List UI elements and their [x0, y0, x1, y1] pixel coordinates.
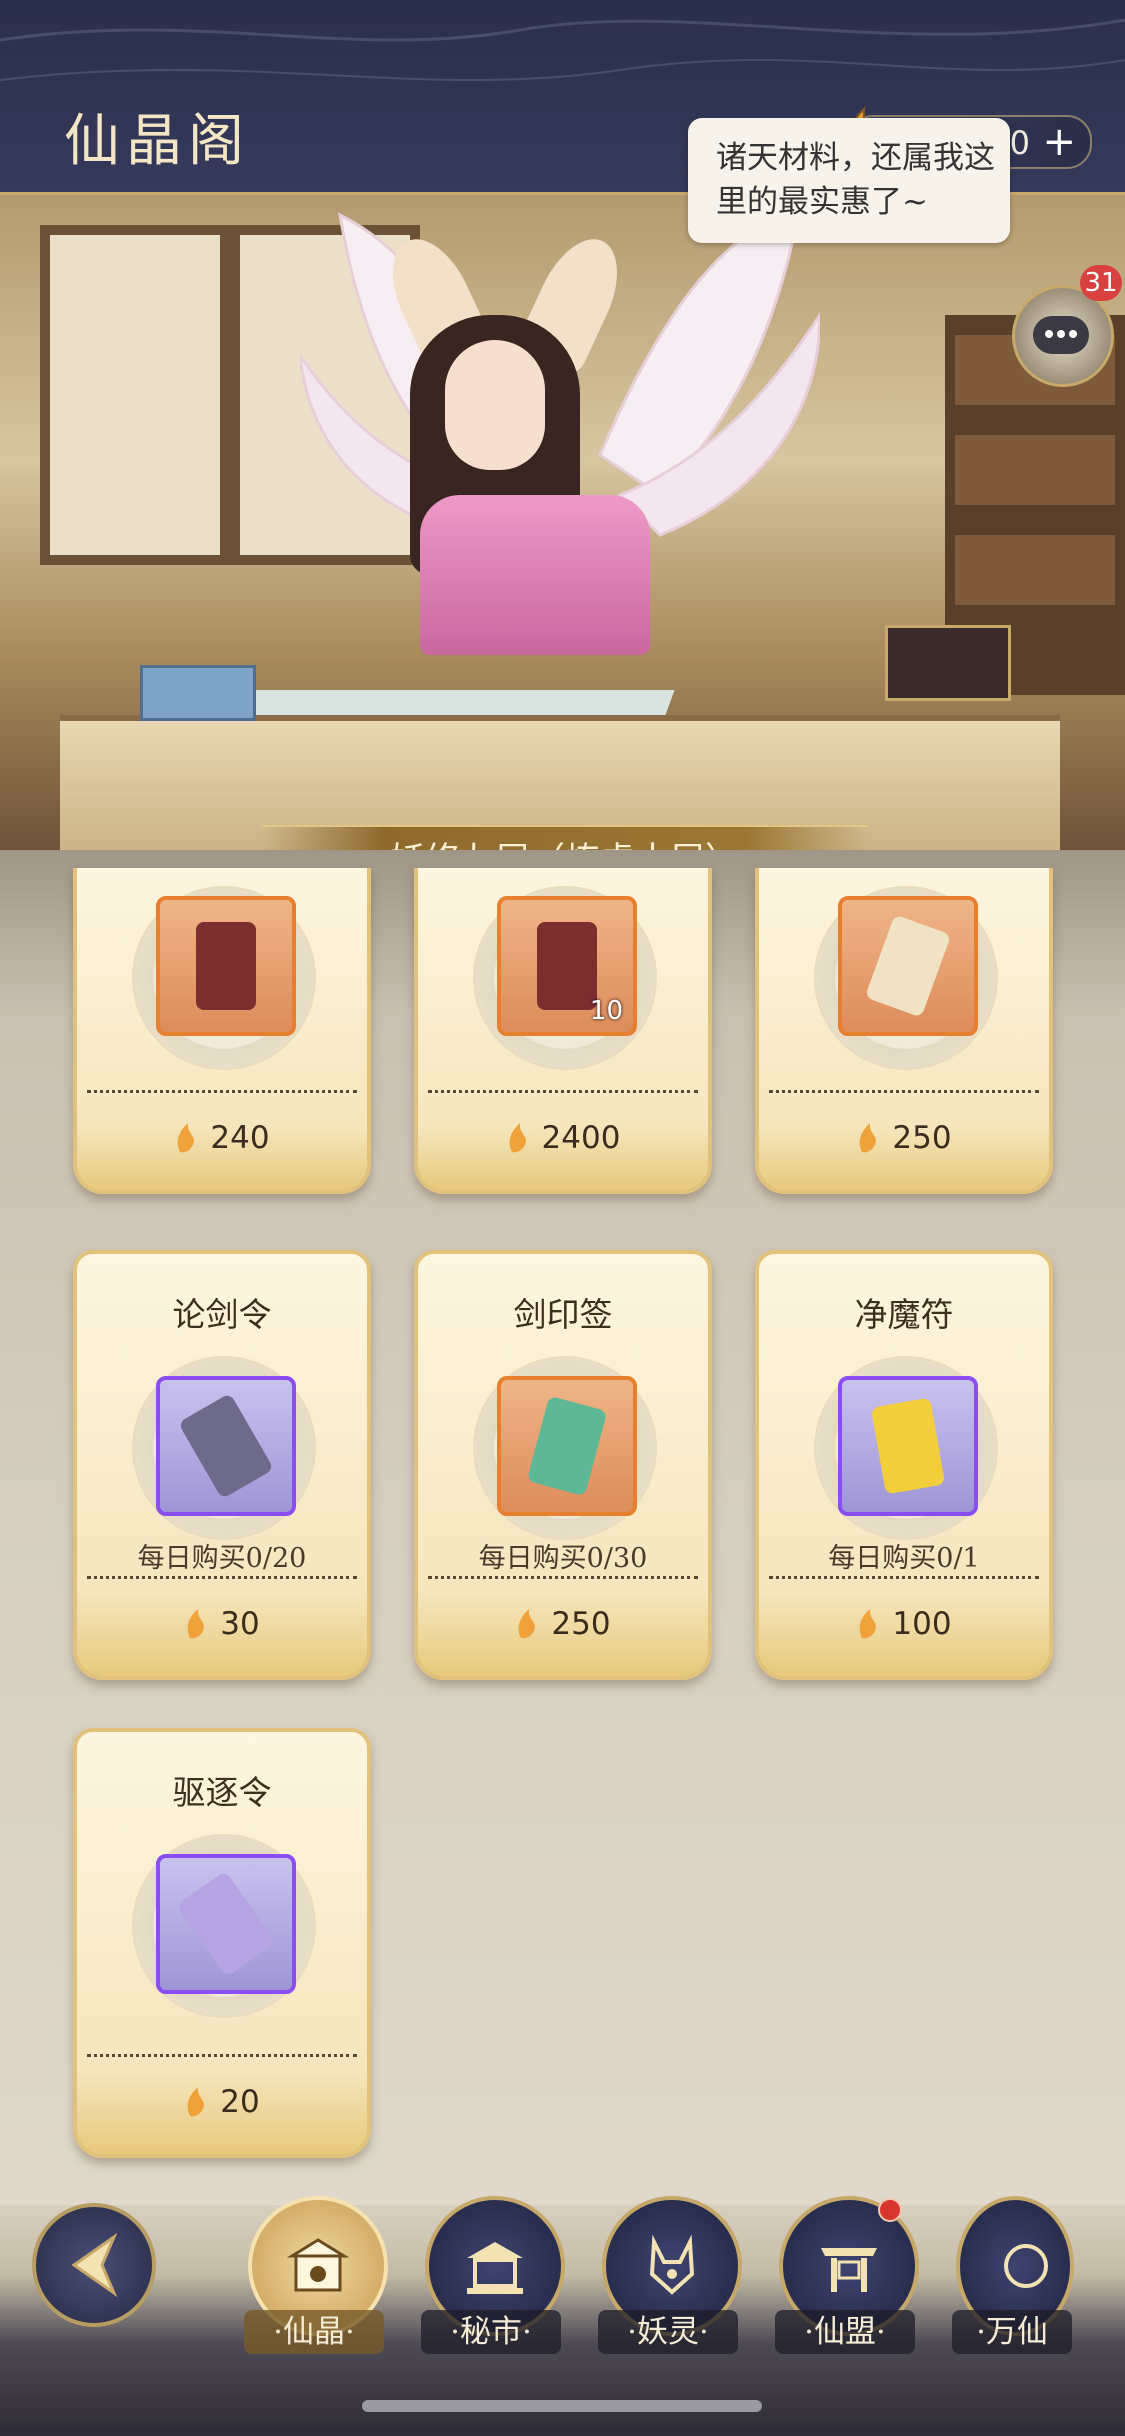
home-indicator[interactable] — [362, 2400, 762, 2412]
immortal-icon — [1004, 2244, 1048, 2288]
back-arrow-icon — [71, 2232, 118, 2298]
nav-label-wanxian[interactable]: ·万仙 — [952, 2310, 1072, 2354]
item-name: 驱逐令 — [172, 1773, 272, 1812]
nav-label-yaoling[interactable]: ·妖灵· — [598, 2310, 738, 2354]
item-name: 净魔符 — [854, 1295, 954, 1334]
item-icon — [838, 1376, 978, 1516]
item-price: 30 — [220, 1606, 260, 1642]
add-currency-button[interactable]: + — [1042, 119, 1076, 165]
alliance-gate-icon — [821, 2248, 877, 2292]
item-icon — [156, 1376, 296, 1516]
shop-item-card[interactable]: 250 — [755, 868, 1053, 1194]
crystal-currency-icon — [519, 1609, 536, 1639]
npc-face — [445, 340, 545, 470]
back-button[interactable] — [32, 2203, 156, 2327]
notification-dot — [878, 2198, 902, 2222]
market-icon — [467, 2242, 523, 2294]
crystal-currency-icon — [187, 1609, 205, 1639]
item-price: 240 — [210, 1120, 270, 1156]
crystal-gate-icon — [286, 2238, 350, 2292]
item-name: 剑印签 — [513, 1295, 613, 1334]
shop-item-card[interactable]: 10 2400 — [414, 868, 712, 1194]
daily-limit: 每日购买0/1 — [828, 1543, 980, 1574]
shop-item-card[interactable]: 240 — [73, 868, 371, 1194]
item-icon — [156, 1854, 296, 1994]
item-icon — [838, 896, 978, 1036]
crystal-currency-icon — [187, 2087, 205, 2117]
daily-limit: 每日购买0/20 — [137, 1543, 307, 1574]
item-price: 20 — [220, 2084, 260, 2120]
npc-scene: 妖修九尾（炼虚十层） — [0, 195, 1125, 855]
daily-limit: 每日购买0/30 — [478, 1543, 648, 1574]
fox-spirit-icon — [649, 2234, 695, 2295]
shop-item-card[interactable]: 剑印签 每日购买0/30 250 — [414, 1250, 712, 1680]
crystal-currency-icon — [860, 1609, 877, 1639]
item-icon — [156, 896, 296, 1036]
crystal-currency-icon — [178, 1123, 195, 1153]
treasure-chest — [885, 625, 1011, 701]
shop-item-card[interactable]: 净魔符 每日购买0/1 100 — [755, 1250, 1053, 1680]
item-quantity: 10 — [589, 996, 623, 1026]
shop-item-card[interactable]: 论剑令 每日购买0/20 30 — [73, 1250, 371, 1680]
book-stack — [140, 665, 256, 721]
crystal-currency-icon — [860, 1123, 877, 1153]
item-icon — [497, 1376, 637, 1516]
window-decoration — [40, 225, 230, 565]
item-price: 100 — [892, 1606, 952, 1642]
nav-label-xianjing[interactable]: ·仙晶· — [244, 2310, 384, 2354]
chat-badge: 31 — [1080, 265, 1122, 301]
page-title: 仙晶阁 — [64, 109, 250, 174]
nav-label-mishi[interactable]: ·秘市· — [421, 2310, 561, 2354]
npc-speech-text: 诸天材料，还属我这里的最实惠了~ — [716, 140, 995, 220]
npc-speech-bubble: 诸天材料，还属我这里的最实惠了~ — [688, 118, 1010, 243]
item-price: 2400 — [541, 1120, 621, 1156]
item-price: 250 — [551, 1606, 611, 1642]
nav-label-xianmeng[interactable]: ·仙盟· — [775, 2310, 915, 2354]
chat-icon — [1033, 316, 1089, 354]
item-price: 250 — [892, 1120, 952, 1156]
npc-dress — [420, 495, 650, 655]
item-name: 论剑令 — [172, 1295, 272, 1334]
crystal-currency-icon — [509, 1123, 526, 1153]
shop-item-card[interactable]: 驱逐令 20 — [73, 1728, 371, 2158]
item-icon: 10 — [497, 896, 637, 1036]
